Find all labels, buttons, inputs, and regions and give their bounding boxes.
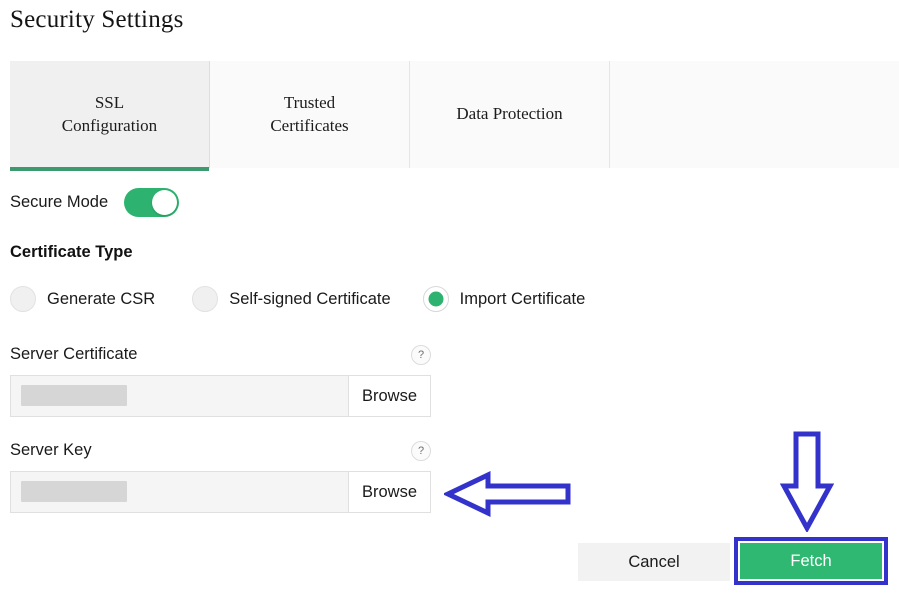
fetch-button[interactable]: Fetch — [740, 543, 882, 579]
tab-bar-filler — [610, 61, 899, 168]
server-key-field-block: Server Key ? Browse — [10, 441, 431, 465]
server-certificate-browse-button[interactable]: Browse — [349, 376, 430, 416]
radio-import-certificate-label: Import Certificate — [460, 290, 586, 309]
radio-unchecked-icon — [10, 286, 36, 312]
radio-self-signed-certificate-label: Self-signed Certificate — [229, 290, 390, 309]
radio-generate-csr[interactable]: Generate CSR — [10, 286, 155, 312]
radio-checked-icon — [423, 286, 449, 312]
tab-ssl-configuration-label: SSL Configuration — [62, 92, 157, 137]
redacted-value-block — [21, 385, 127, 406]
tab-ssl-configuration[interactable]: SSL Configuration — [10, 61, 210, 168]
fetch-button-highlight: Fetch — [734, 537, 888, 585]
secure-mode-row: Secure Mode — [10, 188, 179, 217]
server-key-input[interactable] — [11, 472, 349, 512]
cancel-button[interactable]: Cancel — [578, 543, 730, 581]
radio-generate-csr-label: Generate CSR — [47, 290, 155, 309]
tab-label-line2: Certificates — [270, 116, 348, 135]
tab-label-line2: Configuration — [62, 116, 157, 135]
server-certificate-field-head: Server Certificate ? — [10, 345, 431, 369]
server-certificate-input-wrap: Browse — [10, 375, 431, 417]
help-icon[interactable]: ? — [411, 441, 431, 461]
page-title: Security Settings — [10, 6, 184, 34]
server-key-input-wrap: Browse — [10, 471, 431, 513]
down-arrow-annotation-icon — [780, 430, 834, 532]
tab-label-line1: Trusted — [284, 93, 335, 112]
server-key-field-head: Server Key ? — [10, 441, 431, 465]
server-certificate-field-block: Server Certificate ? Browse — [10, 345, 431, 369]
help-icon[interactable]: ? — [411, 345, 431, 365]
tab-data-protection[interactable]: Data Protection — [410, 61, 610, 168]
radio-self-signed-certificate[interactable]: Self-signed Certificate — [192, 286, 390, 312]
certificate-type-radio-group: Generate CSR Self-signed Certificate Imp… — [10, 283, 585, 315]
toggle-knob-icon — [152, 190, 177, 215]
left-arrow-annotation-icon — [444, 470, 572, 518]
server-key-browse-button[interactable]: Browse — [349, 472, 430, 512]
server-key-label: Server Key — [10, 441, 92, 459]
server-certificate-input[interactable] — [11, 376, 349, 416]
tab-trusted-certificates-label: Trusted Certificates — [270, 92, 348, 137]
tab-label-line1: SSL — [95, 93, 124, 112]
radio-unchecked-icon — [192, 286, 218, 312]
server-certificate-label: Server Certificate — [10, 345, 137, 363]
certificate-type-heading: Certificate Type — [10, 243, 133, 262]
redacted-value-block — [21, 481, 127, 502]
secure-mode-toggle[interactable] — [124, 188, 179, 217]
tab-bar: SSL Configuration Trusted Certificates D… — [10, 61, 899, 168]
tab-data-protection-label: Data Protection — [456, 103, 562, 125]
radio-import-certificate[interactable]: Import Certificate — [423, 286, 586, 312]
secure-mode-label: Secure Mode — [10, 193, 108, 212]
tab-trusted-certificates[interactable]: Trusted Certificates — [210, 61, 410, 168]
